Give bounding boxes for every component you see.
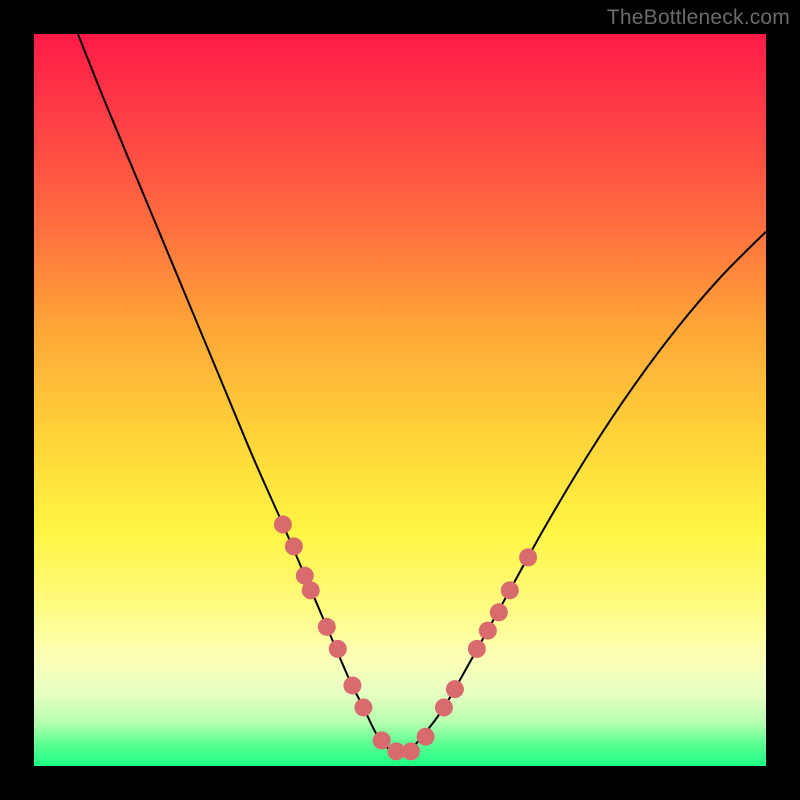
marker-dot bbox=[402, 742, 420, 760]
chart-area bbox=[34, 34, 766, 766]
marker-dot bbox=[519, 548, 537, 566]
bottleneck-curve bbox=[78, 34, 766, 753]
outer-frame: TheBottleneck.com bbox=[0, 0, 800, 800]
marker-dot bbox=[417, 728, 435, 746]
chart-svg bbox=[34, 34, 766, 766]
marker-group bbox=[274, 515, 537, 760]
marker-dot bbox=[490, 603, 508, 621]
marker-dot bbox=[318, 618, 336, 636]
marker-dot bbox=[302, 581, 320, 599]
marker-dot bbox=[354, 698, 372, 716]
marker-dot bbox=[468, 640, 486, 658]
marker-dot bbox=[274, 515, 292, 533]
marker-dot bbox=[285, 537, 303, 555]
marker-dot bbox=[329, 640, 347, 658]
marker-dot bbox=[501, 581, 519, 599]
marker-dot bbox=[479, 622, 497, 640]
watermark-text: TheBottleneck.com bbox=[607, 6, 790, 30]
marker-dot bbox=[446, 680, 464, 698]
marker-dot bbox=[435, 698, 453, 716]
marker-dot bbox=[373, 731, 391, 749]
marker-dot bbox=[343, 676, 361, 694]
